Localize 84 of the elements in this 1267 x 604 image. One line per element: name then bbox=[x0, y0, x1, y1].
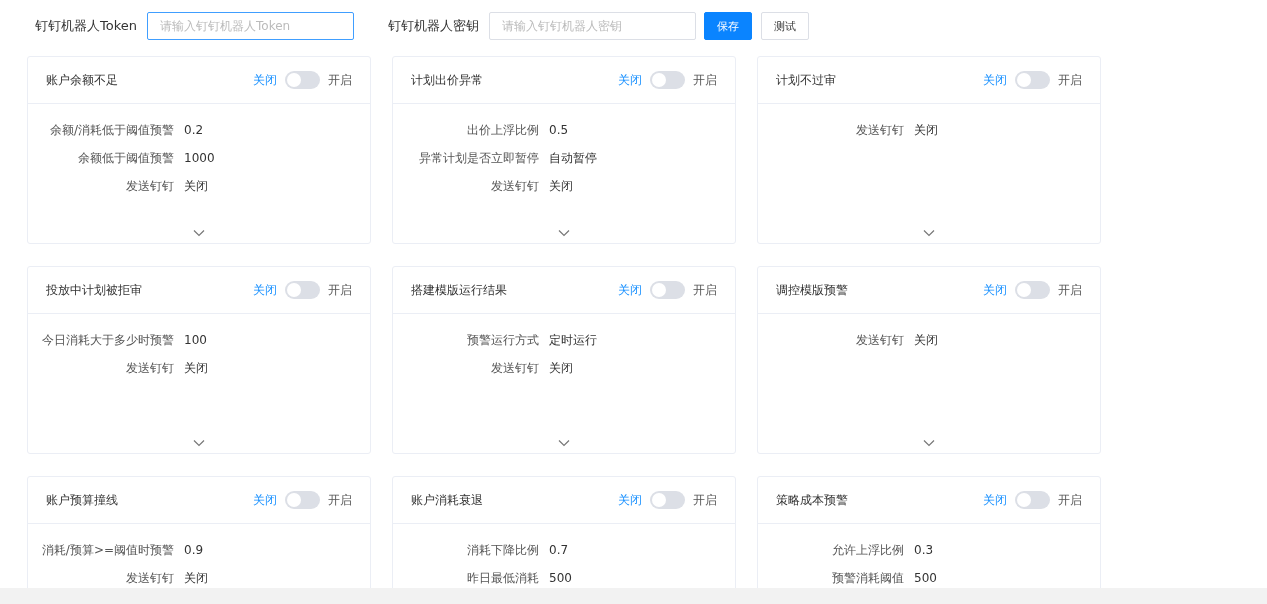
field-value: 0.7 bbox=[549, 542, 569, 558]
secret-input-field[interactable]: 请输入钉钉机器人密钥 bbox=[489, 12, 696, 40]
field-label: 余额/消耗低于阈值预警 bbox=[48, 122, 174, 138]
field-label: 发送钉钉 bbox=[855, 332, 904, 348]
on-label: 开启 bbox=[328, 281, 352, 299]
secret-label: 钉钉机器人密钥 bbox=[388, 17, 479, 35]
off-label: 关闭 bbox=[983, 71, 1007, 89]
on-label: 开启 bbox=[1058, 491, 1082, 509]
field-value: 1000 bbox=[184, 150, 215, 166]
toggle-switch[interactable] bbox=[285, 491, 320, 509]
on-label: 开启 bbox=[328, 71, 352, 89]
field-label: 今日消耗大于多少时预警 bbox=[41, 332, 174, 348]
chevron-down-icon[interactable] bbox=[193, 229, 205, 237]
field-value: 关闭 bbox=[914, 332, 938, 348]
test-button[interactable]: 测试 bbox=[761, 12, 809, 40]
field-value: 关闭 bbox=[549, 360, 573, 376]
chevron-down-icon[interactable] bbox=[558, 229, 570, 237]
off-label: 关闭 bbox=[983, 281, 1007, 299]
off-label: 关闭 bbox=[253, 281, 277, 299]
field-value: 0.5 bbox=[549, 122, 569, 138]
off-label: 关闭 bbox=[618, 281, 642, 299]
toggle-switch[interactable] bbox=[285, 71, 320, 89]
field-label: 发送钉钉 bbox=[490, 360, 539, 376]
card-title: 搭建模版运行结果 bbox=[411, 281, 508, 299]
field-value: 500 bbox=[549, 570, 572, 586]
off-label: 关闭 bbox=[253, 71, 277, 89]
field-label: 允许上浮比例 bbox=[831, 542, 904, 558]
field-value: 关闭 bbox=[184, 360, 208, 376]
field-label: 消耗下降比例 bbox=[466, 542, 539, 558]
card-title: 账户预算撞线 bbox=[46, 491, 119, 509]
field-value: 0.9 bbox=[184, 542, 204, 558]
chevron-down-icon[interactable] bbox=[923, 229, 935, 237]
card-title: 账户消耗衰退 bbox=[411, 491, 484, 509]
card-title: 策略成本预警 bbox=[776, 491, 849, 509]
toggle-switch[interactable] bbox=[1015, 281, 1050, 299]
field-label: 余额低于阈值预警 bbox=[77, 150, 174, 166]
save-button[interactable]: 保存 bbox=[704, 12, 752, 40]
field-value: 关闭 bbox=[549, 178, 573, 194]
field-label: 预警消耗阈值 bbox=[831, 570, 904, 586]
on-label: 开启 bbox=[693, 281, 717, 299]
on-label: 开启 bbox=[1058, 281, 1082, 299]
token-label: 钉钉机器人Token bbox=[35, 17, 137, 35]
field-value: 0.3 bbox=[914, 542, 934, 558]
on-label: 开启 bbox=[693, 71, 717, 89]
on-label: 开启 bbox=[1058, 71, 1082, 89]
toggle-switch[interactable] bbox=[1015, 71, 1050, 89]
token-input-field[interactable]: 请输入钉钉机器人Token bbox=[147, 12, 354, 40]
field-label: 异常计划是否立即暂停 bbox=[418, 150, 539, 166]
field-label: 出价上浮比例 bbox=[466, 122, 539, 138]
chevron-down-icon[interactable] bbox=[558, 439, 570, 447]
off-label: 关闭 bbox=[253, 491, 277, 509]
field-value: 关闭 bbox=[184, 178, 208, 194]
card-title: 调控模版预警 bbox=[776, 281, 849, 299]
card-title: 账户余额不足 bbox=[46, 71, 119, 89]
field-value: 定时运行 bbox=[549, 332, 597, 348]
off-label: 关闭 bbox=[618, 491, 642, 509]
card-title: 计划不过审 bbox=[776, 71, 837, 89]
toggle-switch[interactable] bbox=[650, 491, 685, 509]
field-label: 发送钉钉 bbox=[490, 178, 539, 194]
on-label: 开启 bbox=[693, 491, 717, 509]
on-label: 开启 bbox=[328, 491, 352, 509]
field-label: 发送钉钉 bbox=[125, 570, 174, 586]
field-label: 消耗/预算>=阈值时预警 bbox=[40, 542, 174, 558]
field-value: 自动暂停 bbox=[549, 150, 597, 166]
off-label: 关闭 bbox=[983, 491, 1007, 509]
card-title: 计划出价异常 bbox=[411, 71, 484, 89]
field-label: 发送钉钉 bbox=[125, 360, 174, 376]
field-value: 100 bbox=[184, 332, 207, 348]
off-label: 关闭 bbox=[618, 71, 642, 89]
field-label: 预警运行方式 bbox=[466, 332, 539, 348]
toggle-switch[interactable] bbox=[650, 281, 685, 299]
card-title: 投放中计划被拒审 bbox=[46, 281, 143, 299]
toggle-switch[interactable] bbox=[1015, 491, 1050, 509]
toggle-switch[interactable] bbox=[285, 281, 320, 299]
toggle-switch[interactable] bbox=[650, 71, 685, 89]
field-label: 发送钉钉 bbox=[855, 122, 904, 138]
field-value: 关闭 bbox=[184, 570, 208, 586]
chevron-down-icon[interactable] bbox=[923, 439, 935, 447]
field-value: 0.2 bbox=[184, 122, 204, 138]
field-label: 昨日最低消耗 bbox=[466, 570, 539, 586]
chevron-down-icon[interactable] bbox=[193, 439, 205, 447]
field-value: 500 bbox=[914, 570, 937, 586]
field-label: 发送钉钉 bbox=[125, 178, 174, 194]
field-value: 关闭 bbox=[914, 122, 938, 138]
